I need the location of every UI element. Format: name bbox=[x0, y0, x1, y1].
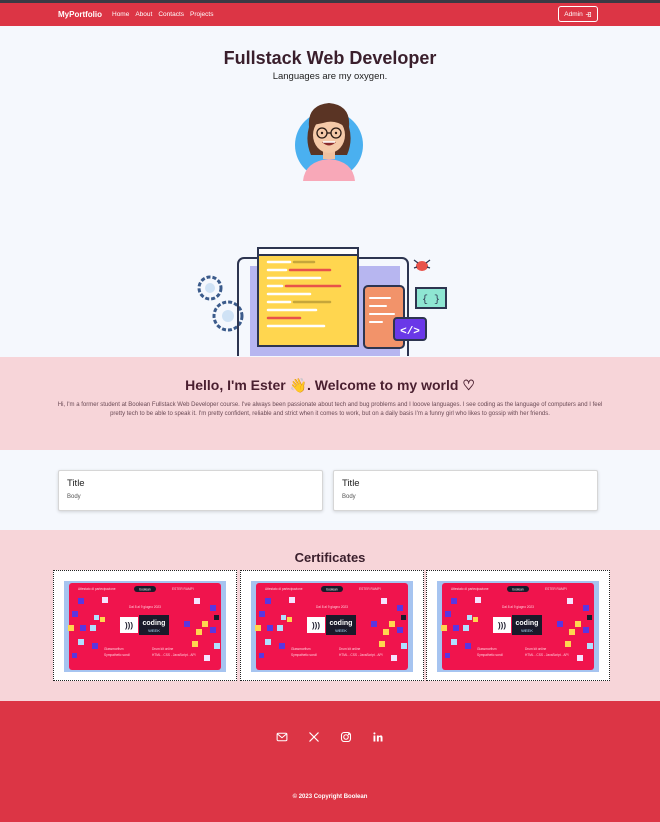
svg-text:WEEK: WEEK bbox=[521, 628, 533, 633]
svg-text:boolean: boolean bbox=[139, 588, 151, 592]
svg-text:ESTER RAMPI: ESTER RAMPI bbox=[545, 587, 567, 591]
svg-text:coding: coding bbox=[330, 620, 353, 627]
nav-link-projects[interactable]: Projects bbox=[190, 11, 213, 18]
svg-text:Drum kit online: Drum kit online bbox=[152, 647, 173, 651]
welcome-section: Hello, I'm Ester 👋. Welcome to my world … bbox=[0, 357, 660, 450]
card: Title Body bbox=[58, 470, 323, 511]
brand-logo[interactable]: MyPortfolio bbox=[58, 10, 102, 19]
laptop-illustration: </> { } bbox=[197, 247, 447, 356]
svg-text:boolean: boolean bbox=[512, 588, 524, 592]
svg-text:Attestato di partecipazione: Attestato di partecipazione bbox=[451, 587, 489, 591]
card-body: Body bbox=[67, 494, 81, 500]
svg-text:Dal 8 al 9 giugno 2023: Dal 8 al 9 giugno 2023 bbox=[316, 605, 348, 609]
svg-text:))): ))) bbox=[125, 621, 133, 630]
svg-text:Glassmorfism: Glassmorfism bbox=[104, 647, 124, 651]
bug-icon bbox=[413, 259, 431, 271]
svg-text:Sympathetic scroll: Sympathetic scroll bbox=[477, 653, 503, 657]
admin-button[interactable]: Admin bbox=[558, 6, 598, 22]
welcome-text: Hi, I'm a former student at Boolean Full… bbox=[57, 402, 603, 417]
welcome-title: Hello, I'm Ester 👋. Welcome to my world … bbox=[185, 377, 475, 393]
svg-text:Drum kit online: Drum kit online bbox=[339, 647, 360, 651]
cards-section: Title Body Title Body bbox=[0, 450, 660, 530]
certificates-title: Certificates bbox=[294, 550, 366, 565]
svg-text:Glassmorfism: Glassmorfism bbox=[477, 647, 497, 651]
nav-link-about[interactable]: About bbox=[135, 11, 152, 18]
svg-text:Attestato di partecipazione: Attestato di partecipazione bbox=[265, 587, 303, 591]
envelope-icon[interactable] bbox=[276, 731, 288, 743]
instagram-icon[interactable] bbox=[340, 731, 352, 743]
certificate-image: Attestato di partecipazione boolean ESTE… bbox=[64, 581, 226, 672]
svg-text:coding: coding bbox=[143, 620, 166, 627]
certificate-image: Attestato di partecipazione boolean ESTE… bbox=[437, 581, 599, 672]
hero-title: Fullstack Web Developer bbox=[223, 48, 437, 68]
svg-text:))): ))) bbox=[498, 621, 506, 630]
svg-text:HTML - CSS - JavaScript - API: HTML - CSS - JavaScript - API bbox=[525, 653, 569, 657]
svg-text:</>: </> bbox=[400, 326, 420, 338]
svg-text:Dal 8 al 9 giugno 2023: Dal 8 al 9 giugno 2023 bbox=[502, 605, 534, 609]
certificate-card[interactable]: Attestato di partecipazione boolean ESTE… bbox=[240, 570, 424, 681]
svg-text:HTML - CSS - JavaScript - API: HTML - CSS - JavaScript - API bbox=[152, 653, 196, 657]
certificate-card[interactable]: Attestato di partecipazione boolean ESTE… bbox=[53, 570, 237, 681]
copyright-text: © 2023 Copyright Boolean bbox=[292, 794, 368, 800]
svg-text:Drum kit online: Drum kit online bbox=[525, 647, 546, 651]
certificates-section: Certificates Attestato di partecipazione… bbox=[0, 530, 660, 701]
social-links bbox=[0, 731, 660, 743]
svg-text:boolean: boolean bbox=[326, 588, 338, 592]
card-title: Title bbox=[67, 478, 85, 489]
hero-section: Fullstack Web Developer Languages are my… bbox=[0, 26, 660, 357]
svg-text:coding: coding bbox=[516, 620, 539, 627]
admin-button-label: Admin bbox=[564, 10, 583, 18]
certificate-card[interactable]: Attestato di partecipazione boolean ESTE… bbox=[426, 570, 610, 681]
svg-text:Attestato di partecipazione: Attestato di partecipazione bbox=[78, 587, 116, 591]
svg-text:Glassmorfism: Glassmorfism bbox=[291, 647, 311, 651]
svg-text:HTML - CSS - JavaScript - API: HTML - CSS - JavaScript - API bbox=[339, 653, 383, 657]
svg-text:ESTER RAMPI: ESTER RAMPI bbox=[359, 587, 381, 591]
card-title: Title bbox=[342, 478, 360, 489]
linkedin-icon[interactable] bbox=[372, 731, 384, 743]
box-arrow-in-right-icon bbox=[585, 11, 591, 17]
svg-text:Sympathetic scroll: Sympathetic scroll bbox=[104, 653, 130, 657]
hero-subtitle: Languages are my oxygen. bbox=[272, 71, 388, 82]
nav-link-home[interactable]: Home bbox=[112, 11, 129, 18]
svg-text:Sympathetic scroll: Sympathetic scroll bbox=[291, 653, 317, 657]
svg-text:Dal 8 al 9 giugno 2023: Dal 8 al 9 giugno 2023 bbox=[129, 605, 161, 609]
gear-icon bbox=[197, 275, 244, 332]
card: Title Body bbox=[333, 470, 598, 511]
svg-text:{ }: { } bbox=[422, 294, 440, 306]
footer: © 2023 Copyright Boolean bbox=[0, 701, 660, 822]
certificate-image: Attestato di partecipazione boolean ESTE… bbox=[251, 581, 413, 672]
svg-text:WEEK: WEEK bbox=[335, 628, 347, 633]
svg-text:ESTER RAMPI: ESTER RAMPI bbox=[172, 587, 194, 591]
card-body: Body bbox=[342, 494, 356, 500]
nav-link-contacts[interactable]: Contacts bbox=[158, 11, 184, 18]
svg-text:WEEK: WEEK bbox=[148, 628, 160, 633]
navbar: MyPortfolio Home About Contacts Projects… bbox=[0, 3, 660, 26]
avatar bbox=[295, 103, 363, 181]
svg-text:))): ))) bbox=[312, 621, 320, 630]
x-twitter-icon[interactable] bbox=[308, 731, 320, 743]
